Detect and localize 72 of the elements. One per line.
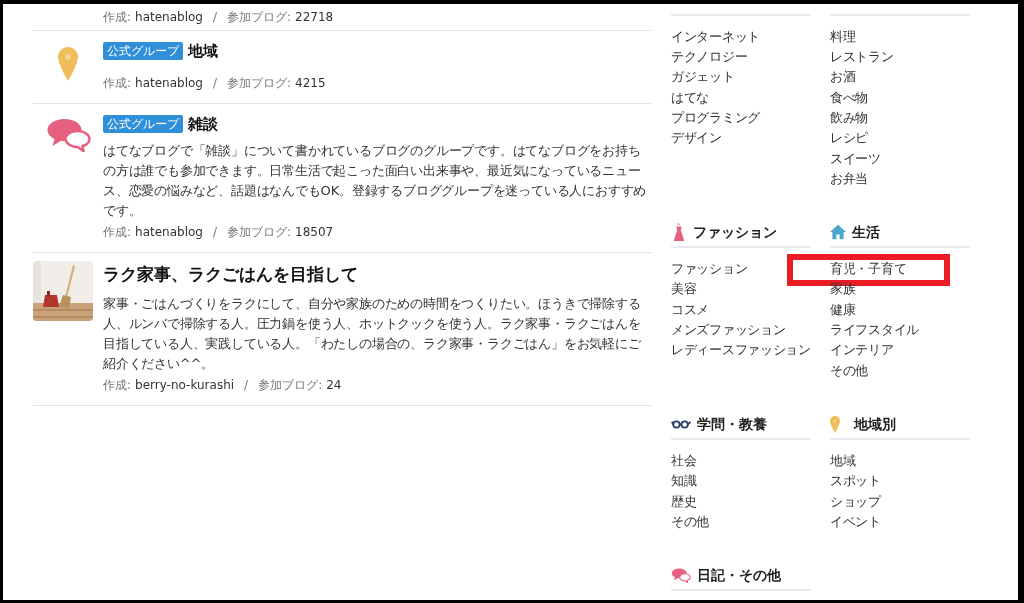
category-link[interactable]: テクノロジー xyxy=(671,48,748,67)
category-link[interactable]: その他 xyxy=(671,512,710,532)
glasses-icon xyxy=(671,418,691,430)
blog-count: 24 xyxy=(326,377,342,393)
blog-count: 18507 xyxy=(295,224,334,240)
category-link[interactable]: ライフスタイル xyxy=(830,321,919,340)
group-title[interactable]: ラク家事、ラクごはんを目指して xyxy=(103,262,358,288)
group-description: はてなブログで「雑談」について書かれているブログのグループです。はてなブログをお持ちの方は誰でも参加できます。日常生活で起こった面白い出来事や、最近気になっているニュース、恋愛の悩みなど、話題はなんでもOK。登録するブロググループを迷っている人におすすめです。 xyxy=(103,142,647,220)
blog-count: 22718 xyxy=(295,9,334,25)
blog-count-label: 参加ブログ: xyxy=(227,224,292,240)
category-link[interactable]: メンズファッション xyxy=(671,321,786,340)
category-link[interactable]: 健康 xyxy=(830,300,856,320)
category-heading: 地域別 xyxy=(854,414,896,434)
category-link[interactable]: プログラミング xyxy=(671,108,760,128)
separator: / xyxy=(212,9,217,25)
category-link[interactable]: 飲み物 xyxy=(830,108,869,128)
creator-name[interactable]: hatenablog xyxy=(135,9,203,25)
category-link[interactable]: デザイン xyxy=(671,129,722,148)
category-link[interactable]: コスメ xyxy=(671,300,710,320)
category-link[interactable]: 料理 xyxy=(830,27,856,47)
category-link[interactable]: レディースファッション xyxy=(671,341,811,361)
category-link[interactable]: 歴史 xyxy=(671,492,697,512)
category-link[interactable]: その他 xyxy=(830,361,869,381)
category-link[interactable]: お酒 xyxy=(830,68,856,88)
category-link[interactable]: ガジェット xyxy=(671,68,735,88)
category-link[interactable]: インターネット xyxy=(671,27,760,47)
map-pin-icon xyxy=(58,46,78,82)
map-pin-icon xyxy=(830,415,840,433)
category-link[interactable]: 知識 xyxy=(671,472,697,491)
blog-count-label: 参加ブログ: xyxy=(227,9,292,25)
category-link[interactable]: スイーツ xyxy=(830,149,881,169)
group-badge: 公式グループ xyxy=(103,42,183,60)
group-title[interactable]: 雑談 xyxy=(188,112,218,136)
category-link[interactable]: はてな xyxy=(671,88,710,108)
created-label: 作成: xyxy=(103,224,132,240)
category-link[interactable]: レシピ xyxy=(830,129,869,148)
separator: / xyxy=(244,377,249,393)
created-label: 作成: xyxy=(103,9,132,25)
category-heading: 日記・その他 xyxy=(697,565,781,585)
category-link[interactable]: レストラン xyxy=(830,48,894,67)
blog-count-label: 参加ブログ: xyxy=(258,377,323,393)
category-link[interactable]: イベント xyxy=(830,512,881,532)
group-description: 家事・ごはんづくりをラクにして、自分や家族のための時間をつくりたい。ほうきで掃除する人、ルンバで掃除する人。圧力鍋を使う人、ホットクックを使う人。ラク家事・ラクごはんを目指している人、実践している人。「わたしの場合の、ラク家事・ラクごはん」をお気軽にご紹介ください^^。 xyxy=(103,295,642,373)
category-link[interactable]: 食べ物 xyxy=(830,88,869,108)
blog-count-label: 参加ブログ: xyxy=(227,75,292,91)
category-heading: 学問・教養 xyxy=(697,414,767,434)
category-link[interactable]: お弁当 xyxy=(830,169,869,189)
created-label: 作成: xyxy=(103,377,132,393)
category-heading: 生活 xyxy=(852,222,880,242)
category-link[interactable]: 家族 xyxy=(830,280,856,300)
category-link[interactable]: スポット xyxy=(830,472,881,491)
group-badge: 公式グループ xyxy=(103,115,183,133)
creator-name[interactable]: berry-no-kurashi xyxy=(135,377,235,393)
category-link[interactable]: 地域 xyxy=(830,451,856,471)
category-link[interactable]: インテリア xyxy=(830,341,894,361)
category-link[interactable]: ファッション xyxy=(671,260,748,279)
category-link[interactable]: 美容 xyxy=(671,280,697,300)
creator-name[interactable]: hatenablog xyxy=(135,75,203,91)
category-link[interactable]: 育児・子育て xyxy=(830,260,907,279)
speech-bubbles-icon xyxy=(45,118,91,152)
separator: / xyxy=(212,224,217,240)
category-link[interactable]: 社会 xyxy=(671,451,697,471)
category-link[interactable]: ショップ xyxy=(830,492,881,512)
category-heading: ファッション xyxy=(693,222,777,242)
house-icon xyxy=(830,223,846,242)
speech-bubbles-icon xyxy=(671,567,691,583)
blog-count: 4215 xyxy=(295,75,326,91)
dress-icon xyxy=(671,223,687,242)
group-title[interactable]: 地域 xyxy=(188,39,218,63)
created-label: 作成: xyxy=(103,75,132,91)
separator: / xyxy=(212,75,217,91)
creator-name[interactable]: hatenablog xyxy=(135,224,203,240)
